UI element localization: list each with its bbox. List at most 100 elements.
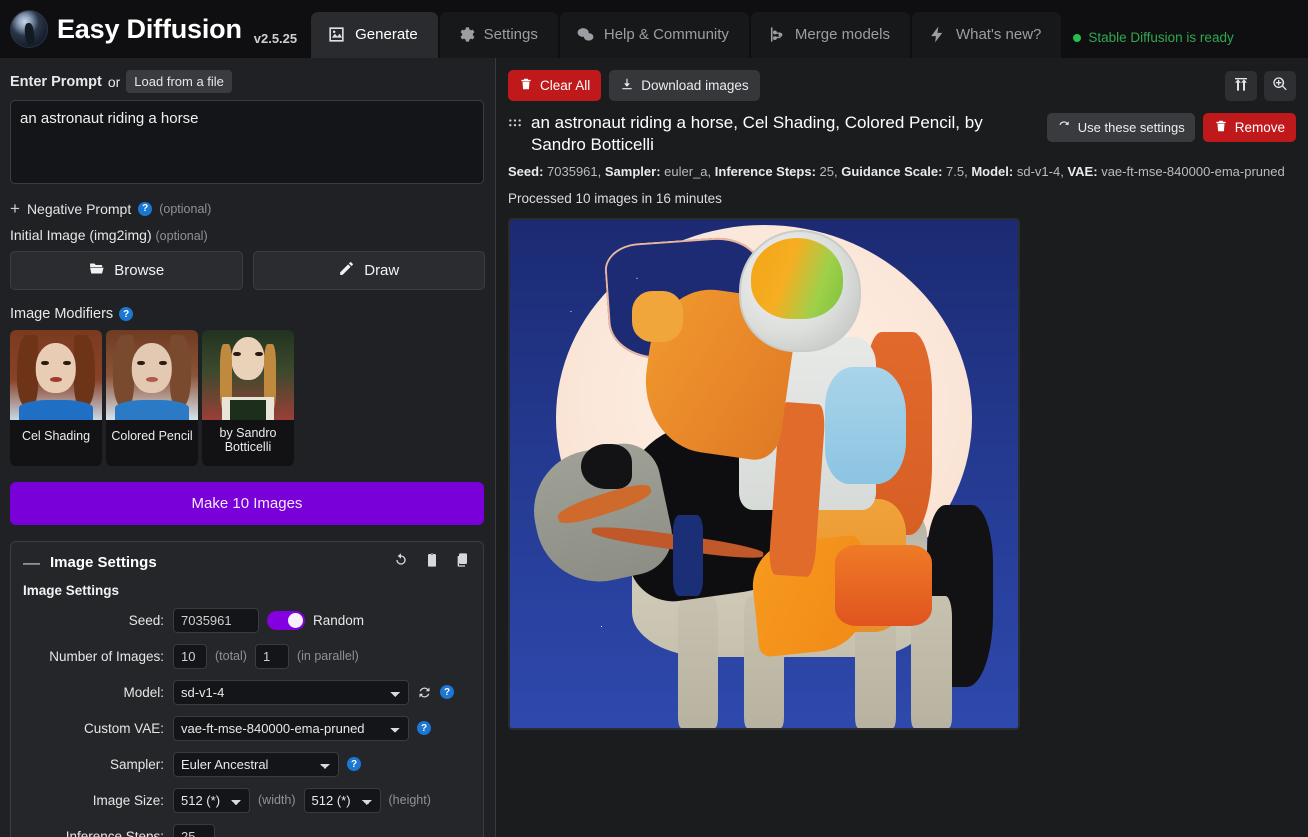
task-status: Processed 10 images in 16 minutes: [508, 191, 722, 207]
num-images-total-input[interactable]: [173, 643, 207, 669]
tab-merge-models[interactable]: Merge models: [750, 12, 910, 58]
meta-seed-label: Seed:: [508, 164, 544, 180]
status-badge: Stable Diffusion is ready: [1073, 30, 1234, 58]
clear-all-label: Clear All: [540, 78, 591, 93]
image-width-select[interactable]: 512 (*): [173, 787, 250, 813]
initial-image-optional: (optional): [155, 229, 208, 243]
clear-all-button[interactable]: Clear All: [508, 70, 602, 101]
tab-label: Help & Community: [603, 26, 729, 43]
inference-steps-row: Inference Steps:: [23, 823, 471, 837]
browse-button[interactable]: Browse: [10, 251, 243, 290]
image-horse-leg: [677, 595, 719, 729]
image-settings-header-icons: [393, 552, 471, 573]
question-mark-icon[interactable]: ?: [347, 757, 361, 772]
inference-steps-input[interactable]: [173, 823, 215, 837]
image-modifiers-label: Image Modifiers: [10, 306, 114, 322]
meta-vae-label: VAE:: [1067, 164, 1098, 180]
modifier-thumbnail: [202, 330, 294, 420]
folder-open-icon: [88, 260, 105, 281]
custom-vae-select[interactable]: vae-ft-mse-840000-ema-pruned: [173, 715, 409, 741]
generated-image[interactable]: [508, 218, 1020, 731]
download-images-button[interactable]: Download images: [609, 70, 760, 101]
number-of-images-row: Number of Images: (total) (in parallel): [23, 643, 471, 669]
make-images-button[interactable]: Make 10 Images: [10, 481, 484, 525]
load-from-file-button[interactable]: Load from a file: [126, 70, 232, 93]
tab-bar: Generate Settings Help & Community Merge…: [311, 0, 1062, 58]
image-settings-title: Image Settings: [50, 553, 157, 571]
right-panel: Clear All Download images an astronaut r…: [496, 58, 1308, 837]
seed-label: Seed:: [128, 612, 164, 628]
width-unit-label: (width): [258, 793, 296, 808]
brand: Easy Diffusion v2.5.25: [0, 10, 311, 58]
tab-label: Generate: [355, 26, 418, 43]
image-icon: [327, 25, 346, 44]
reset-icon[interactable]: [393, 552, 409, 573]
sampler-label: Sampler:: [109, 756, 164, 772]
browse-label: Browse: [114, 262, 165, 279]
inference-steps-label: Inference Steps:: [65, 828, 164, 837]
tab-settings[interactable]: Settings: [439, 12, 558, 58]
num-images-total-unit: (total): [215, 649, 247, 664]
num-images-parallel-input[interactable]: [254, 643, 289, 669]
gear-icon: [456, 25, 475, 44]
task-title-row: an astronaut riding a horse, Cel Shading…: [508, 112, 1296, 156]
task-title: an astronaut riding a horse, Cel Shading…: [531, 113, 983, 155]
prompt-header: Enter Prompt or Load from a file: [10, 70, 485, 93]
tab-whats-new[interactable]: What's new?: [911, 12, 1062, 58]
image-settings-panel: — Image Settings Image Settings Seed: 70…: [10, 540, 484, 837]
prompt-or-label: or: [107, 73, 121, 90]
refresh-models-icon[interactable]: [417, 685, 432, 700]
sampler-select[interactable]: Euler Ancestral: [173, 751, 339, 777]
scroll-to-top-button[interactable]: [1225, 70, 1257, 101]
question-mark-icon[interactable]: ?: [138, 201, 153, 216]
meta-vae-value: vae-ft-mse-840000-ema-pruned: [1101, 164, 1285, 180]
meta-model-value: sd-v1-4: [1016, 164, 1061, 180]
random-seed-toggle[interactable]: [267, 610, 305, 630]
image-saddlebag: [835, 545, 932, 627]
draw-button[interactable]: Draw: [252, 251, 485, 290]
modifier-card[interactable]: by Sandro Botticelli: [202, 330, 294, 466]
minus-icon[interactable]: —: [23, 554, 40, 571]
remove-task-button[interactable]: Remove: [1202, 113, 1296, 142]
left-panel: Enter Prompt or Load from a file an astr…: [0, 58, 496, 837]
tab-generate[interactable]: Generate: [311, 12, 438, 58]
remove-label: Remove: [1234, 120, 1285, 135]
main-layout: Enter Prompt or Load from a file an astr…: [0, 58, 1308, 837]
results-toolbar-right: [1225, 70, 1296, 101]
plus-icon[interactable]: +: [10, 200, 20, 217]
negative-prompt-row[interactable]: + Negative Prompt ? (optional): [10, 200, 485, 217]
copy-icon[interactable]: [455, 552, 471, 573]
initial-image-header: Initial Image (img2img) (optional): [10, 227, 485, 243]
use-these-settings-label: Use these settings: [1077, 120, 1185, 135]
seed-input[interactable]: [173, 607, 259, 633]
image-height-select[interactable]: 512 (*): [303, 787, 381, 813]
grip-dots-icon[interactable]: [508, 112, 522, 136]
meta-steps-label: Inference Steps:: [714, 164, 816, 180]
modifier-thumbnail: [106, 330, 198, 420]
image-horse-forelock: [581, 443, 632, 490]
prompt-input[interactable]: an astronaut riding a horse: [10, 100, 484, 184]
question-mark-icon[interactable]: ?: [119, 307, 134, 321]
task-buttons: Use these settings Remove: [1046, 112, 1296, 142]
bolt-icon: [928, 25, 947, 44]
negative-prompt-optional: (optional): [159, 201, 212, 216]
download-images-label: Download images: [641, 78, 749, 93]
modifier-card[interactable]: Cel Shading: [10, 330, 102, 466]
image-settings-title-wrap: — Image Settings: [23, 554, 157, 571]
model-select[interactable]: sd-v1-4: [173, 679, 409, 705]
seed-row: Seed: Random: [23, 607, 471, 633]
paste-icon[interactable]: [424, 552, 440, 573]
question-mark-icon[interactable]: ?: [440, 685, 454, 700]
top-bar: Easy Diffusion v2.5.25 Generate Settings…: [0, 0, 1308, 58]
download-icon: [620, 77, 634, 94]
use-these-settings-button[interactable]: Use these settings: [1046, 113, 1195, 142]
zoom-images-button[interactable]: [1264, 70, 1296, 101]
arrows-up-icon: [1233, 76, 1249, 95]
question-mark-icon[interactable]: ?: [417, 721, 431, 736]
image-saddle-strap: [672, 514, 704, 596]
meta-model-label: Model:: [971, 164, 1014, 180]
tab-help-community[interactable]: Help & Community: [559, 12, 749, 58]
meta-steps-value: 25: [819, 164, 835, 180]
model-label: Model:: [123, 684, 164, 700]
modifier-card[interactable]: Colored Pencil: [106, 330, 198, 466]
